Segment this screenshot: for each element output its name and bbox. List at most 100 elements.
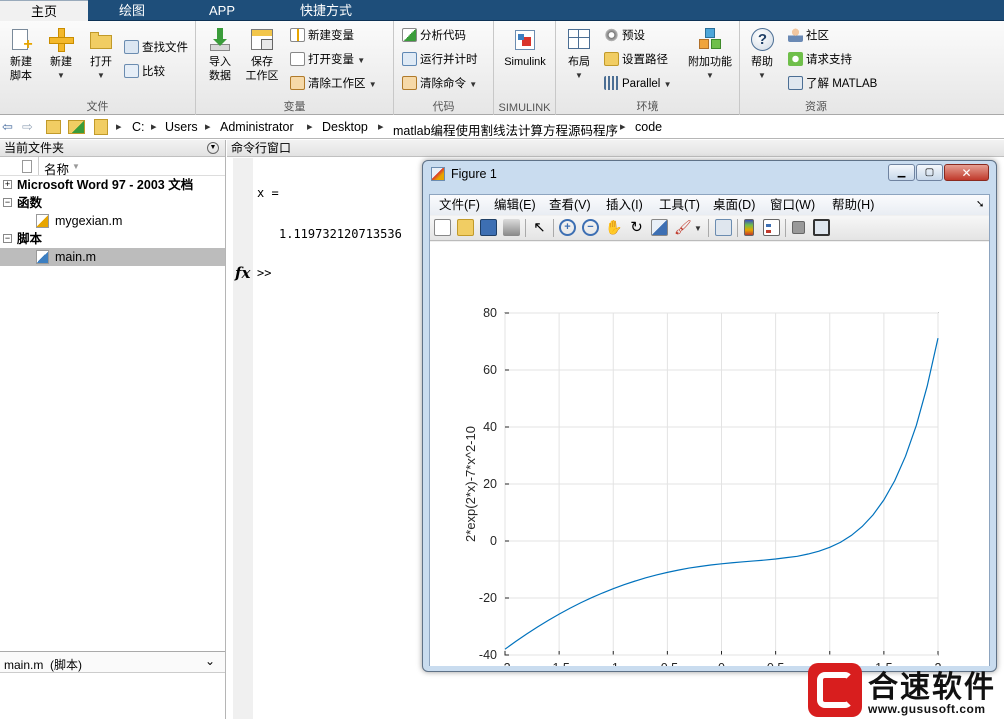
open-variable-dropdown-icon[interactable]: ▼ xyxy=(357,56,365,65)
open-dropdown-icon[interactable]: ▼ xyxy=(84,69,118,83)
hide-plot-tools-icon[interactable] xyxy=(792,221,805,234)
close-button[interactable]: ✕ xyxy=(944,164,989,181)
figure-title-bar[interactable]: Figure 1 ▁ ▢ ✕ xyxy=(423,161,996,187)
file-item-mygexian[interactable]: mygexian.m xyxy=(0,212,225,230)
chevron-down-icon[interactable]: ⌄ xyxy=(205,654,215,668)
colorbar-icon[interactable] xyxy=(744,219,754,236)
details-bar[interactable]: main.m (脚本) ⌄ xyxy=(0,651,225,673)
pointer-icon[interactable]: ↖ xyxy=(531,219,548,236)
new-script-button[interactable]: + 新建 脚本 xyxy=(4,27,38,83)
import-data-button[interactable]: 导入 数据 xyxy=(202,27,238,83)
clear-workspace-dropdown-icon[interactable]: ▼ xyxy=(369,80,377,89)
fx-icon[interactable]: fx xyxy=(235,264,250,282)
collapse-icon[interactable]: − xyxy=(3,234,12,243)
clear-workspace-button[interactable]: 清除工作区 ▼ xyxy=(290,76,377,93)
panel-actions-icon[interactable]: ▼ xyxy=(207,142,219,154)
new-button[interactable]: 新建 ▼ xyxy=(44,27,78,83)
clear-commands-button[interactable]: 清除命令 ▼ xyxy=(402,76,477,93)
expand-icon[interactable]: + xyxy=(3,180,12,189)
tab-shortcuts[interactable]: 快捷方式 xyxy=(268,0,384,21)
x-tick-label: -2 xyxy=(499,661,510,666)
new-figure-icon[interactable] xyxy=(434,219,451,236)
addons-dropdown-icon[interactable]: ▼ xyxy=(684,69,736,83)
open-variable-button[interactable]: 打开变量 ▼ xyxy=(290,52,365,69)
maximize-button[interactable]: ▢ xyxy=(916,164,943,181)
show-plot-tools-icon[interactable] xyxy=(813,219,830,236)
community-label: 社区 xyxy=(806,30,829,42)
new-variable-button[interactable]: 新建变量 xyxy=(290,28,354,44)
parallel-dropdown-icon[interactable]: ▼ xyxy=(664,80,672,89)
menu-window[interactable]: 窗口(W) xyxy=(770,195,815,215)
back-arrow-icon[interactable]: ⇦ xyxy=(2,120,16,134)
print-icon[interactable] xyxy=(503,219,520,236)
compare-button[interactable]: 比较 xyxy=(124,64,165,80)
set-path-button[interactable]: 设置路径 xyxy=(604,52,668,68)
breadcrumb-administrator[interactable]: Administrator xyxy=(220,120,294,134)
simulink-button[interactable]: Simulink xyxy=(498,27,552,69)
breadcrumb-desktop[interactable]: Desktop xyxy=(322,120,368,134)
menu-desktop[interactable]: 桌面(D) xyxy=(713,195,755,215)
tab-plots[interactable]: 绘图 xyxy=(88,0,176,21)
zoom-out-icon[interactable]: − xyxy=(582,219,599,236)
run-and-time-button[interactable]: 运行并计时 xyxy=(402,52,478,68)
section-label-code: 代码 xyxy=(432,101,455,113)
pan-hand-icon[interactable]: ✋ xyxy=(605,219,622,236)
brush-dropdown-icon[interactable]: ▼ xyxy=(694,224,702,233)
tree-group-scripts[interactable]: − 脚本 xyxy=(0,230,225,248)
run-and-time-label: 运行并计时 xyxy=(420,54,478,66)
clear-workspace-icon xyxy=(290,76,305,90)
breadcrumb-users[interactable]: Users xyxy=(165,120,198,134)
menu-file[interactable]: 文件(F) xyxy=(439,195,480,215)
tab-home[interactable]: 主页 xyxy=(0,0,88,21)
collapse-icon[interactable]: − xyxy=(3,198,12,207)
sort-arrow-icon[interactable]: ▼ xyxy=(72,162,80,171)
file-item-main[interactable]: main.m xyxy=(0,248,225,266)
brush-icon[interactable]: 🖌 xyxy=(674,219,692,236)
save-figure-icon[interactable] xyxy=(480,219,497,236)
zoom-in-icon[interactable]: + xyxy=(559,219,576,236)
forward-arrow-icon[interactable]: ⇨ xyxy=(22,120,36,134)
menu-edit[interactable]: 编辑(E) xyxy=(494,195,536,215)
breadcrumb-c[interactable]: C: xyxy=(132,120,145,134)
open-file-icon[interactable] xyxy=(457,219,474,236)
data-cursor-icon[interactable] xyxy=(651,219,668,236)
addons-button[interactable]: 附加功能 ▼ xyxy=(684,27,736,83)
layout-button[interactable]: 布局 ▼ xyxy=(560,27,598,83)
tab-apps[interactable]: APP xyxy=(176,0,268,21)
parallel-button[interactable]: Parallel ▼ xyxy=(604,76,671,93)
tree-group-functions[interactable]: − 函数 xyxy=(0,194,225,212)
community-button[interactable]: 社区 xyxy=(788,28,829,44)
breadcrumb-project[interactable]: matlab编程使用割线法计算方程源码程序 xyxy=(393,120,618,139)
details-label: main.m (脚本) xyxy=(4,658,83,672)
clear-commands-dropdown-icon[interactable]: ▼ xyxy=(469,80,477,89)
browse-folder-icon[interactable] xyxy=(68,120,85,134)
up-folder-icon[interactable] xyxy=(46,120,61,134)
tree-group-word[interactable]: + Microsoft Word 97 - 2003 文档 xyxy=(0,176,225,194)
dock-arrow-icon[interactable]: ➘ xyxy=(976,199,984,210)
analyze-code-button[interactable]: 分析代码 xyxy=(402,28,466,44)
breadcrumb-code[interactable]: code xyxy=(635,120,662,134)
help-button[interactable]: ? 帮助 ▼ xyxy=(744,27,780,83)
watermark: 合速软件 www.gususoft.com xyxy=(806,660,1004,719)
menu-insert[interactable]: 插入(I) xyxy=(606,195,643,215)
save-workspace-button[interactable]: 保存 工作区 xyxy=(242,27,282,83)
ribbon-section-variable: 导入 数据 保存 工作区 新建变量 打开变量 ▼ 清除工作区 ▼ 变量 xyxy=(196,21,394,115)
find-files-button[interactable]: 查找文件 xyxy=(124,40,188,56)
menu-tools[interactable]: 工具(T) xyxy=(659,195,700,215)
menu-view[interactable]: 查看(V) xyxy=(549,195,591,215)
find-files-icon xyxy=(124,40,139,54)
minimize-button[interactable]: ▁ xyxy=(888,164,915,181)
learn-matlab-button[interactable]: 了解 MATLAB xyxy=(788,76,877,92)
open-button[interactable]: 打开 ▼ xyxy=(84,27,118,83)
legend-icon[interactable] xyxy=(763,219,780,236)
rotate-3d-icon[interactable]: ↻ xyxy=(628,219,645,236)
preferences-button[interactable]: 预设 xyxy=(604,28,645,44)
layout-dropdown-icon[interactable]: ▼ xyxy=(560,69,598,83)
help-dropdown-icon[interactable]: ▼ xyxy=(744,69,780,83)
menu-help[interactable]: 帮助(H) xyxy=(832,195,874,215)
link-plot-icon[interactable] xyxy=(715,219,732,236)
command-prompt[interactable]: >> xyxy=(257,266,271,280)
request-support-button[interactable]: 请求支持 xyxy=(788,52,852,68)
figure-window: Figure 1 ▁ ▢ ✕ 文件(F) 编辑(E) 查看(V) 插入(I) 工… xyxy=(422,160,997,672)
new-dropdown-icon[interactable]: ▼ xyxy=(44,69,78,83)
